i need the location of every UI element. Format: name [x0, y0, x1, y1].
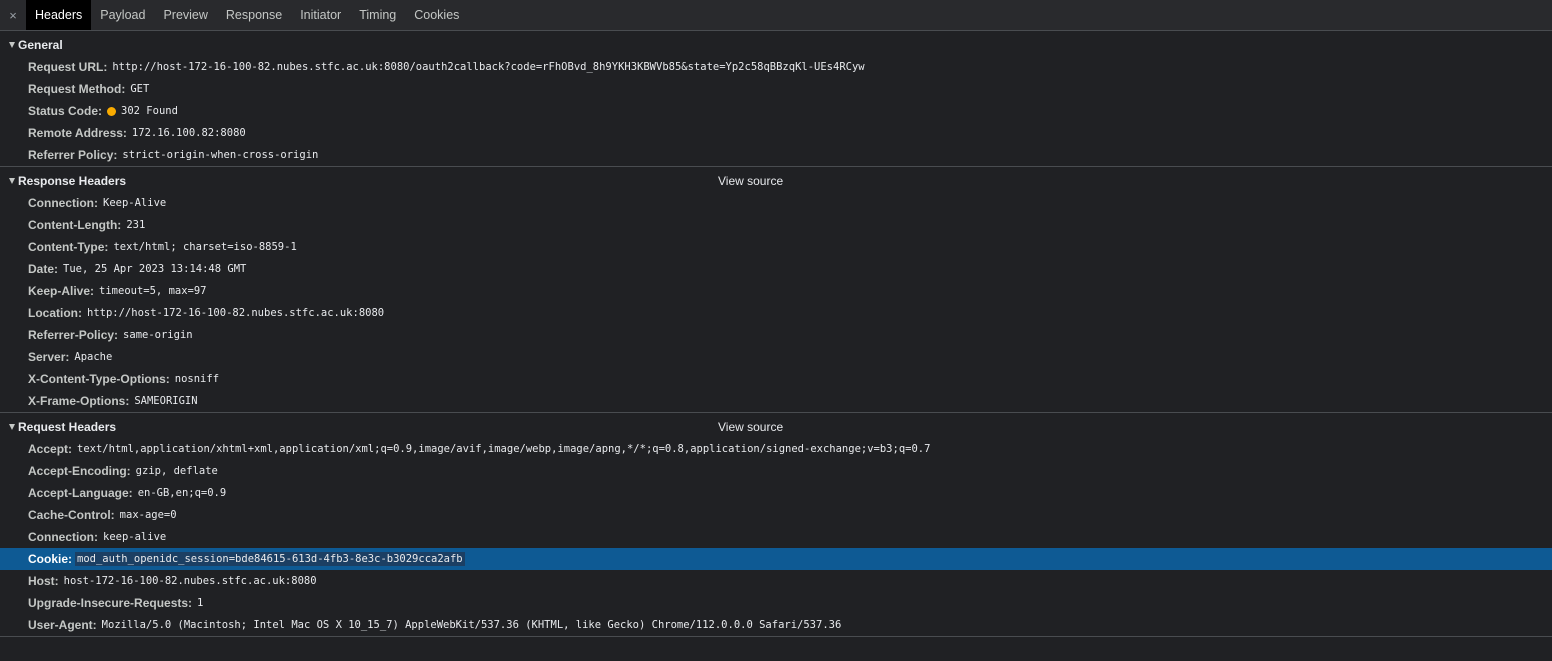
header-name: Accept-Encoding: — [28, 464, 131, 478]
header-name: Accept-Language: — [28, 486, 133, 500]
header-value: 1 — [197, 597, 204, 609]
request-headers-section: Request Headers View source Accept: text/… — [0, 413, 1552, 637]
header-value: text/html,application/xhtml+xml,applicat… — [77, 443, 931, 455]
section-title: Response Headers — [18, 174, 127, 188]
header-name: Keep-Alive: — [28, 284, 95, 298]
header-name: Remote Address: — [28, 126, 127, 140]
header-value: 172.16.100.82:8080 — [131, 127, 246, 139]
header-row[interactable]: Host: host-172-16-100-82.nubes.stfc.ac.uk… — [0, 570, 1552, 592]
header-name: Content-Length: — [28, 218, 122, 232]
header-name: Connection: — [28, 530, 98, 544]
tab-headers[interactable]: Headers — [26, 0, 92, 30]
header-value: max-age=0 — [119, 509, 177, 521]
header-row[interactable]: Remote Address: 172.16.100.82:8080 — [0, 122, 1552, 144]
header-value: mod_auth_openidc_session=bde84615-613d-4… — [75, 552, 465, 566]
header-row[interactable]: Upgrade-Insecure-Requests: 1 — [0, 592, 1552, 614]
header-value: Mozilla/5.0 (Macintosh; Intel Mac OS X 1… — [101, 619, 842, 631]
header-row[interactable]: Accept-Encoding: gzip, deflate — [0, 460, 1552, 482]
expand-triangle-icon[interactable] — [9, 42, 15, 48]
header-name: Cache-Control: — [28, 508, 115, 522]
header-row[interactable]: Location: http://host-172-16-100-82.nubes… — [0, 302, 1552, 324]
header-name: Referrer-Policy: — [28, 328, 119, 342]
header-name: Cookie: — [28, 552, 73, 566]
header-name: Content-Type: — [28, 240, 109, 254]
request-headers-section-header[interactable]: Request Headers View source — [0, 416, 1552, 438]
header-row[interactable]: Connection: keep-alive — [0, 526, 1552, 548]
header-value: nosniff — [174, 373, 220, 385]
header-name: X-Content-Type-Options: — [28, 372, 170, 386]
header-name: Location: — [28, 306, 82, 320]
header-value: http://host-172-16-100-82.nubes.stfc.ac.… — [87, 307, 385, 319]
tab-cookies[interactable]: Cookies — [405, 0, 468, 30]
header-row[interactable]: Cache-Control: max-age=0 — [0, 504, 1552, 526]
header-row[interactable]: Server: Apache — [0, 346, 1552, 368]
general-section-header[interactable]: General — [0, 34, 1552, 56]
general-section: General Request URL: http://host-172-16-… — [0, 31, 1552, 167]
tab-response[interactable]: Response — [217, 0, 291, 30]
header-name: Date: — [28, 262, 59, 276]
section-title: Request Headers — [18, 420, 117, 434]
devtools-tab-bar: × Headers Payload Preview Response Initi… — [0, 0, 1552, 31]
response-headers-section: Response Headers View source Connection:… — [0, 167, 1552, 413]
header-name: User-Agent: — [28, 618, 97, 632]
header-value: Keep-Alive — [103, 197, 167, 209]
header-row[interactable]: Status Code: 302 Found — [0, 100, 1552, 122]
header-value: text/html; charset=iso-8859-1 — [113, 241, 297, 253]
close-icon[interactable]: × — [0, 0, 26, 30]
tab-initiator[interactable]: Initiator — [291, 0, 350, 30]
view-source-link[interactable]: View source — [718, 174, 783, 188]
tab-timing[interactable]: Timing — [350, 0, 405, 30]
header-row[interactable]: Connection: Keep-Alive — [0, 192, 1552, 214]
header-value: Apache — [74, 351, 113, 363]
header-name: X-Frame-Options: — [28, 394, 130, 408]
header-value: en-GB,en;q=0.9 — [137, 487, 227, 499]
header-name: Server: — [28, 350, 70, 364]
header-name: Status Code: — [28, 104, 103, 118]
expand-triangle-icon[interactable] — [9, 178, 15, 184]
response-headers-section-header[interactable]: Response Headers View source — [0, 170, 1552, 192]
expand-triangle-icon[interactable] — [9, 424, 15, 430]
header-row[interactable]: Referrer Policy: strict-origin-when-cros… — [0, 144, 1552, 166]
header-value: Tue, 25 Apr 2023 13:14:48 GMT — [63, 263, 247, 275]
section-title: General — [18, 38, 63, 52]
header-value: host-172-16-100-82.nubes.stfc.ac.uk:8080 — [63, 575, 317, 587]
header-row-selected[interactable]: Cookie: mod_auth_openidc_session=bde84615… — [0, 548, 1552, 570]
header-name: Request URL: — [28, 60, 108, 74]
header-name: Referrer Policy: — [28, 148, 118, 162]
header-name: Connection: — [28, 196, 98, 210]
header-name: Request Method: — [28, 82, 126, 96]
view-source-link[interactable]: View source — [718, 420, 783, 434]
header-row[interactable]: X-Frame-Options: SAMEORIGIN — [0, 390, 1552, 412]
header-value: 302 Found — [121, 105, 178, 117]
header-value: gzip, deflate — [135, 465, 218, 477]
header-name: Host: — [28, 574, 59, 588]
header-name: Upgrade-Insecure-Requests: — [28, 596, 193, 610]
header-row[interactable]: Referrer-Policy: same-origin — [0, 324, 1552, 346]
tab-payload[interactable]: Payload — [91, 0, 154, 30]
header-value: http://host-172-16-100-82.nubes.stfc.ac.… — [112, 61, 865, 73]
header-value: GET — [130, 83, 150, 95]
header-value: SAMEORIGIN — [134, 395, 198, 407]
header-row[interactable]: User-Agent: Mozilla/5.0 (Macintosh; Intel… — [0, 614, 1552, 636]
tab-preview[interactable]: Preview — [154, 0, 216, 30]
status-dot-icon — [107, 106, 117, 116]
header-name: Accept: — [28, 442, 73, 456]
header-row[interactable]: Request Method: GET — [0, 78, 1552, 100]
header-row[interactable]: X-Content-Type-Options: nosniff — [0, 368, 1552, 390]
header-row[interactable]: Accept: text/html,application/xhtml+xml,a… — [0, 438, 1552, 460]
header-row[interactable]: Content-Length: 231 — [0, 214, 1552, 236]
header-value: strict-origin-when-cross-origin — [122, 149, 319, 161]
header-row[interactable]: Date: Tue, 25 Apr 2023 13:14:48 GMT — [0, 258, 1552, 280]
header-value: timeout=5, max=97 — [99, 285, 207, 297]
header-row[interactable]: Content-Type: text/html; charset=iso-8859… — [0, 236, 1552, 258]
header-row[interactable]: Accept-Language: en-GB,en;q=0.9 — [0, 482, 1552, 504]
header-row[interactable]: Request URL: http://host-172-16-100-82.n… — [0, 56, 1552, 78]
header-row[interactable]: Keep-Alive: timeout=5, max=97 — [0, 280, 1552, 302]
header-value: same-origin — [123, 329, 193, 341]
header-value: keep-alive — [103, 531, 167, 543]
header-value: 231 — [126, 219, 146, 231]
